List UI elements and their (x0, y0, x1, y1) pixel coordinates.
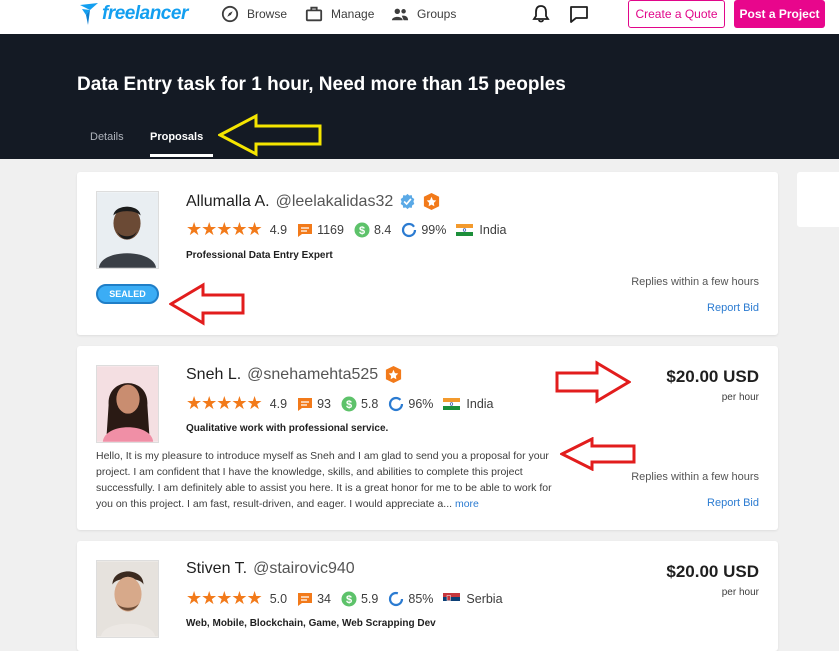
bidder-name[interactable]: Stiven T. (186, 560, 247, 578)
bid-rate-unit: per hour (721, 392, 759, 403)
yellow-annotation-arrow (218, 113, 322, 157)
star-rating-icon: ★★★★★ (186, 219, 263, 239)
completion-rate-icon (402, 222, 417, 237)
preferred-freelancer-icon (424, 192, 440, 211)
avatar[interactable] (96, 365, 159, 443)
project-title: Data Entry task for 1 hour, Need more th… (77, 74, 566, 95)
bell-icon[interactable] (531, 4, 551, 24)
rating-value: 4.9 (269, 222, 288, 237)
logo-text: freelancer (102, 3, 188, 24)
avatar-photo (97, 366, 158, 442)
messages-icon[interactable] (569, 4, 589, 24)
bidder-stats: ★★★★★ 4.9 1169 $ 8.4 99% India (186, 219, 507, 240)
bidder-stats: ★★★★★ 4.9 93 $ 5.8 96% India (186, 393, 494, 414)
completion-rate-icon (389, 396, 404, 411)
country-name: Serbia (466, 591, 503, 606)
preferred-freelancer-icon (386, 365, 402, 384)
bid-price: $20.00 USD (666, 367, 759, 386)
proposal-description: Hello, It is my pleasure to introduce my… (96, 448, 564, 512)
serbia-flag-icon (443, 592, 461, 605)
red-annotation-arrow-price (555, 360, 631, 404)
bidder-name-row: Stiven T. @stairovic940 (186, 560, 355, 578)
country-name: India (466, 396, 494, 411)
read-more-link[interactable]: more (455, 498, 479, 510)
create-quote-button[interactable]: Create a Quote (628, 0, 725, 28)
tab-details[interactable]: Details (90, 131, 124, 143)
red-annotation-arrow-sealed (169, 282, 245, 326)
active-tab-underline (150, 154, 213, 157)
avatar-photo (97, 192, 158, 268)
reply-time: Replies within a few hours (631, 276, 759, 288)
nav-manage[interactable]: Manage (305, 4, 374, 24)
report-bid-link[interactable]: Report Bid (707, 302, 759, 314)
reviews-icon (298, 397, 313, 411)
bidder-name[interactable]: Allumalla A. (186, 193, 270, 211)
reply-time: Replies within a few hours (631, 471, 759, 483)
rating-value: 5.0 (269, 591, 288, 606)
india-flag-icon (443, 397, 461, 410)
project-header: Data Entry task for 1 hour, Need more th… (0, 34, 839, 159)
post-project-button[interactable]: Post a Project (734, 0, 825, 28)
bid-price: $20.00 USD (666, 562, 759, 581)
reviews-count: 34 (317, 591, 331, 606)
star-rating-icon: ★★★★★ (186, 588, 263, 608)
groups-icon (391, 8, 409, 21)
earnings-score: 5.9 (360, 591, 379, 606)
completion-rate: 85% (408, 591, 434, 606)
reviews-icon (298, 223, 313, 237)
nav-browse[interactable]: Browse (221, 4, 287, 24)
svg-text:$: $ (346, 399, 352, 411)
completion-rate: 99% (421, 222, 447, 237)
avatar[interactable] (96, 560, 159, 638)
earnings-score: 8.4 (373, 222, 392, 237)
nav-groups[interactable]: Groups (391, 4, 456, 24)
india-flag-icon (456, 223, 474, 236)
bidder-name-row: Sneh L. @snehamehta525 (186, 365, 403, 384)
svg-text:$: $ (346, 594, 352, 606)
earnings-icon: $ (341, 591, 357, 606)
briefcase-icon (305, 6, 323, 22)
verified-badge-icon (400, 193, 415, 210)
nav-manage-label: Manage (331, 7, 375, 21)
completion-rate: 96% (408, 396, 434, 411)
bidder-username[interactable]: @leelakalidas32 (276, 193, 394, 211)
sealed-badge: SEALED (96, 284, 159, 304)
avatar[interactable] (96, 191, 159, 269)
freelancer-logo[interactable]: freelancer (78, 0, 188, 28)
reviews-icon (298, 592, 313, 606)
earnings-score: 5.8 (360, 396, 379, 411)
reviews-count: 93 (317, 396, 331, 411)
freelancer-bird-icon (80, 3, 98, 25)
bid-rate-unit: per hour (721, 587, 759, 598)
bidder-username[interactable]: @stairovic940 (253, 560, 355, 578)
proposal-text: Hello, It is my pleasure to introduce my… (96, 450, 552, 510)
top-navbar: freelancer Browse Manage Groups Create a… (0, 0, 839, 34)
nav-browse-label: Browse (247, 7, 288, 21)
bidder-stats: ★★★★★ 5.0 34 $ 5.9 85% Serbia (186, 588, 503, 609)
compass-icon (221, 5, 239, 23)
report-bid-link[interactable]: Report Bid (707, 497, 759, 509)
nav-groups-label: Groups (417, 7, 457, 21)
bidder-name-row: Allumalla A. @leelakalidas32 (186, 192, 441, 211)
country-name: India (479, 222, 507, 237)
earnings-icon: $ (354, 222, 370, 237)
red-annotation-arrow-description (560, 437, 636, 471)
star-rating-icon: ★★★★★ (186, 393, 263, 413)
svg-text:$: $ (359, 225, 365, 237)
completion-rate-icon (389, 591, 404, 606)
bidder-name[interactable]: Sneh L. (186, 366, 241, 384)
bid-card-1: Allumalla A. @leelakalidas32 ★★★★★ 4.9 1… (77, 172, 778, 335)
tab-proposals[interactable]: Proposals (150, 131, 203, 143)
bidder-tagline: Qualitative work with professional servi… (186, 423, 389, 434)
reviews-count: 1169 (317, 222, 344, 237)
earnings-icon: $ (341, 396, 357, 411)
bidder-username[interactable]: @snehamehta525 (247, 366, 378, 384)
rating-value: 4.9 (269, 396, 288, 411)
bid-card-2: Sneh L. @snehamehta525 ★★★★★ 4.9 93 $ 5.… (77, 346, 778, 530)
avatar-photo (97, 561, 158, 637)
bidder-tagline: Professional Data Entry Expert (186, 250, 333, 261)
side-panel-card (797, 172, 839, 227)
bidder-tagline: Web, Mobile, Blockchain, Game, Web Scrap… (186, 618, 436, 629)
